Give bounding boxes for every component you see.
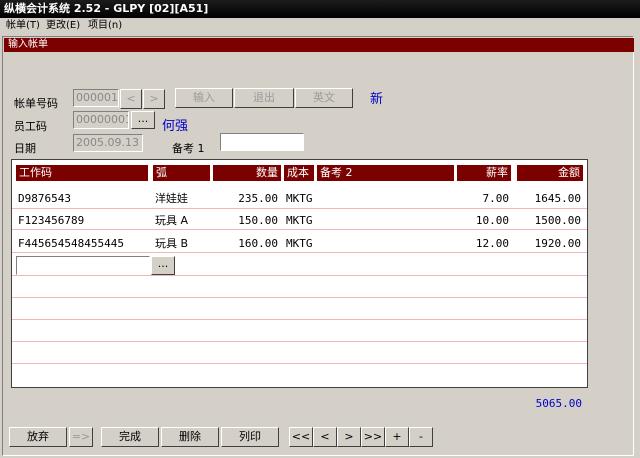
new-row-code-input[interactable] xyxy=(16,256,150,275)
row-divider xyxy=(12,229,587,230)
row-divider xyxy=(12,275,587,276)
delete-button[interactable]: 删除 xyxy=(161,427,219,447)
cell-name: 玩具 A xyxy=(155,214,189,227)
cell-rate: 12.00 xyxy=(475,237,509,250)
prev-bill-button[interactable]: < xyxy=(120,89,142,109)
col-header-rate: 薪率 xyxy=(457,165,511,181)
cell-rate: 10.00 xyxy=(475,214,509,227)
window-title: 纵横会计系统 2.52 - GLPY [02][A51] xyxy=(4,2,209,15)
date-label: 日期 xyxy=(14,142,36,155)
panel-title: 输入帐单 xyxy=(8,39,48,50)
abandon-button[interactable]: 放弃 xyxy=(9,427,67,447)
exit-button[interactable]: 退出 xyxy=(234,88,294,108)
col-header-cost: 成本 xyxy=(284,165,314,181)
cell-cost: MKTG xyxy=(286,214,313,227)
row-divider xyxy=(12,252,587,253)
prev-row-button[interactable]: < xyxy=(313,427,337,447)
menu-bar: 帐单(T) 更改(E) 项目(n) xyxy=(0,18,640,33)
row-divider xyxy=(12,319,587,320)
cell-name: 洋娃娃 xyxy=(155,192,188,205)
first-row-button[interactable]: << xyxy=(289,427,313,447)
col-header-memo2: 备考 2 xyxy=(317,165,454,181)
cell-code: D9876543 xyxy=(18,192,71,205)
input-button[interactable]: 输入 xyxy=(175,88,233,108)
arrow-button[interactable]: => xyxy=(69,427,93,447)
cell-qty: 160.00 xyxy=(238,237,278,250)
row-divider xyxy=(12,363,587,364)
add-row-button[interactable]: + xyxy=(385,427,409,447)
row-divider xyxy=(12,341,587,342)
row-divider xyxy=(12,297,587,298)
row-divider xyxy=(12,208,587,209)
cell-cost: MKTG xyxy=(286,192,313,205)
cell-name: 玩具 B xyxy=(155,237,189,250)
next-row-button[interactable]: > xyxy=(337,427,361,447)
english-button[interactable]: 英文 xyxy=(295,88,353,108)
cell-amount: 1500.00 xyxy=(534,214,581,227)
title-bar: 纵横会计系统 2.52 - GLPY [02][A51] xyxy=(0,0,640,18)
cell-qty: 235.00 xyxy=(238,192,278,205)
cell-code: F445654548455445 xyxy=(18,237,124,250)
cell-cost: MKTG xyxy=(286,237,313,250)
panel-header: 输入帐单 xyxy=(4,38,634,52)
remove-row-button[interactable]: - xyxy=(409,427,433,447)
cell-amount: 1920.00 xyxy=(534,237,581,250)
cell-qty: 150.00 xyxy=(238,214,278,227)
col-header-name: 弧 xyxy=(153,165,210,181)
cell-code: F123456789 xyxy=(18,214,85,227)
col-header-amount: 金额 xyxy=(517,165,583,181)
employee-browse-button[interactable]: ... xyxy=(131,111,155,129)
print-button[interactable]: 列印 xyxy=(221,427,279,447)
memo1-field[interactable] xyxy=(220,133,304,151)
menu-bill[interactable]: 帐单(T) xyxy=(6,18,40,33)
memo1-label: 备考 1 xyxy=(172,142,205,155)
menu-items[interactable]: 项目(n) xyxy=(88,18,122,33)
col-header-qty: 数量 xyxy=(213,165,281,181)
menu-edit[interactable]: 更改(E) xyxy=(46,18,80,33)
bill-no-label: 帐单号码 xyxy=(14,97,58,110)
date-field[interactable]: 2005.09.13 xyxy=(73,134,143,152)
employee-name: 何强 xyxy=(162,119,189,134)
cell-amount: 1645.00 xyxy=(534,192,581,205)
status-new: 新 xyxy=(370,92,384,107)
next-bill-button[interactable]: > xyxy=(143,89,165,109)
col-header-code: 工作码 xyxy=(16,165,148,181)
total-amount: 5065.00 xyxy=(535,397,582,410)
cell-rate: 7.00 xyxy=(482,192,510,205)
employee-field[interactable]: 00000001 xyxy=(73,111,129,129)
bill-no-field[interactable]: 000001 xyxy=(73,89,119,107)
new-row-browse-button[interactable]: ... xyxy=(151,256,175,275)
last-row-button[interactable]: >> xyxy=(361,427,385,447)
employee-label: 员工码 xyxy=(14,120,47,133)
done-button[interactable]: 完成 xyxy=(101,427,159,447)
